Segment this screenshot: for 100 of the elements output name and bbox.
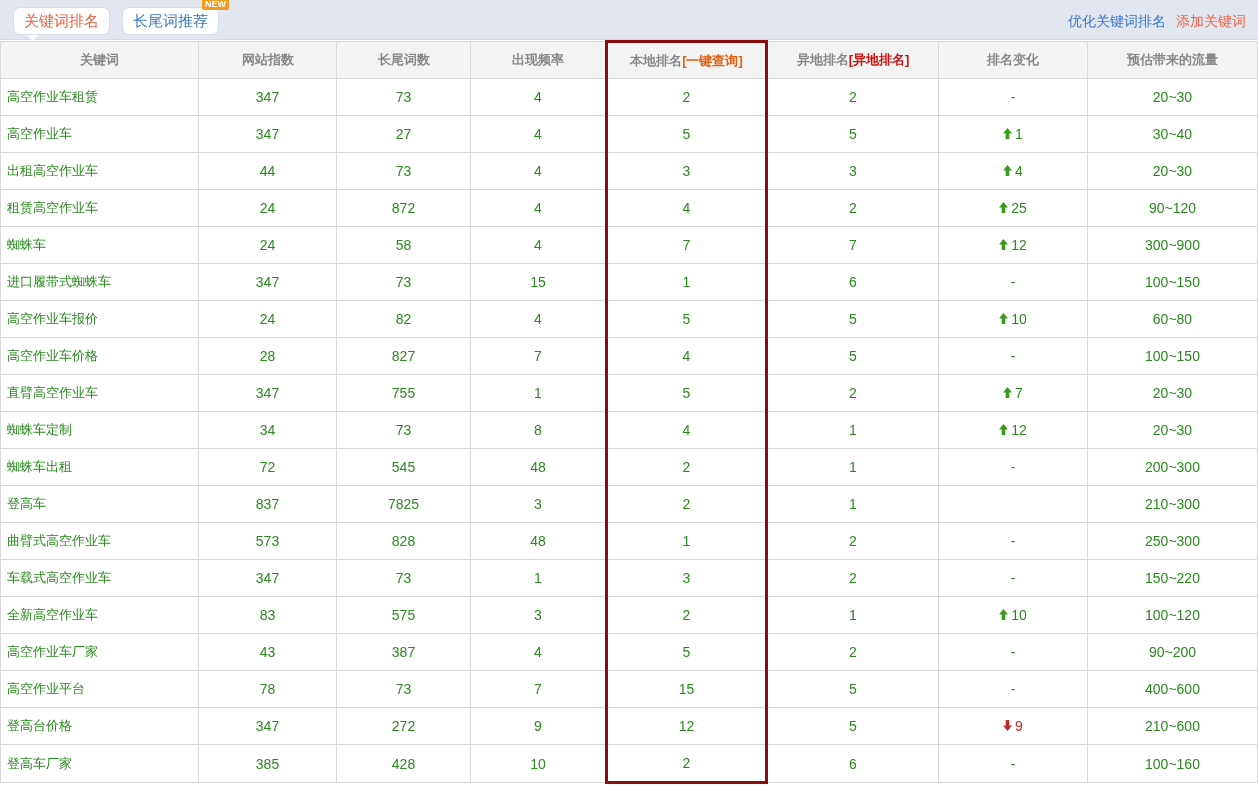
table-cell: 高空作业车价格 — [7, 348, 98, 363]
table-cell: 3 — [682, 570, 691, 586]
table-cell: 837 — [255, 496, 280, 512]
table-cell: 24 — [259, 311, 276, 327]
table-cell: 1 — [849, 607, 857, 623]
table-cell: 4 — [534, 89, 542, 105]
table-cell: 73 — [395, 89, 412, 105]
table-cell: 4 — [534, 237, 542, 253]
table-cell: 1 — [534, 570, 542, 586]
table-cell: 高空作业车 — [7, 126, 72, 141]
rank-change: 1 — [1003, 125, 1023, 142]
table-cell: 4 — [682, 422, 691, 438]
tab[interactable]: 长尾词推荐 — [122, 6, 219, 35]
table-cell: 8 — [534, 422, 542, 438]
column-header: 关键词 — [80, 52, 119, 67]
table-cell: 登高车 — [7, 496, 46, 511]
table-cell: 5 — [682, 644, 691, 660]
table-cell: 租赁高空作业车 — [7, 200, 98, 215]
table-cell: 43 — [259, 644, 276, 660]
table-cell: 5 — [849, 348, 857, 364]
table-cell: 200~300 — [1145, 459, 1200, 475]
table-cell: 2 — [682, 89, 691, 105]
header-link[interactable]: [异地排名] — [848, 52, 910, 67]
table-cell: 高空作业车租赁 — [7, 89, 98, 104]
header-link[interactable]: [一键查询] — [682, 52, 743, 68]
table-cell: 72 — [259, 459, 276, 475]
table-cell: 登高台价格 — [7, 718, 72, 733]
table-cell: 400~600 — [1145, 681, 1200, 697]
up-arrow-icon — [999, 313, 1009, 325]
table-cell: 27 — [395, 126, 412, 142]
rank-change: - — [1010, 755, 1016, 772]
table-cell: 24 — [259, 200, 276, 216]
rank-change: - — [1010, 274, 1016, 290]
tab[interactable]: 关键词排名 — [13, 6, 110, 35]
column-header: 预估带来的流量 — [1127, 52, 1218, 67]
table-cell: 蜘蛛车出租 — [7, 459, 72, 474]
table-cell: 20~30 — [1152, 163, 1193, 179]
rank-change: - — [1010, 681, 1016, 697]
table-cell: 347 — [255, 126, 280, 142]
table-cell: 7 — [534, 348, 542, 364]
table-cell: 58 — [395, 237, 412, 253]
column-header: 长尾词数 — [377, 52, 430, 67]
table-cell: 1 — [534, 385, 542, 401]
table-cell: 1 — [682, 533, 691, 549]
table-cell: 4 — [534, 200, 542, 216]
table-cell: 30~40 — [1152, 126, 1193, 142]
table-cell: 28 — [259, 348, 276, 364]
table-cell: 15 — [678, 681, 695, 697]
table-cell: 2 — [682, 496, 691, 512]
rank-change: 4 — [1003, 162, 1023, 179]
rank-change: - — [1010, 533, 1016, 549]
table-cell: 48 — [530, 533, 546, 549]
table-cell: 4 — [534, 311, 542, 327]
table-cell: 进口履带式蜘蛛车 — [7, 274, 111, 289]
column-header: 异地排名 — [796, 52, 849, 67]
table-cell: 5 — [682, 385, 691, 401]
table-cell: 15 — [530, 274, 546, 290]
table-cell: 387 — [391, 644, 416, 660]
table-cell: 曲臂式高空作业车 — [7, 533, 111, 548]
table-cell: 20~30 — [1152, 89, 1193, 105]
rank-change: 25 — [999, 199, 1027, 216]
table-cell: 82 — [395, 311, 412, 327]
action-link[interactable]: 优化关键词排名 — [1068, 12, 1166, 31]
table-cell: 5 — [849, 681, 857, 697]
new-badge: NEW — [202, 0, 229, 10]
table-cell: 347 — [255, 570, 280, 586]
table-cell: 1 — [849, 459, 857, 475]
table-cell: 210~300 — [1145, 496, 1200, 512]
rank-change: 12 — [999, 421, 1027, 438]
table-cell: 4 — [682, 200, 691, 216]
table-cell: 2 — [682, 755, 691, 771]
table-cell: 7 — [534, 681, 542, 697]
table-cell: 12 — [678, 718, 695, 734]
table-cell: 2 — [849, 644, 857, 660]
table-cell: 出租高空作业车 — [7, 163, 98, 178]
table-cell: 登高车厂家 — [7, 755, 72, 771]
table-cell: 3 — [849, 163, 857, 179]
table-cell: 5 — [849, 126, 857, 142]
table-cell: 150~220 — [1145, 570, 1200, 586]
table-cell: 7 — [849, 237, 857, 253]
table-cell: 2 — [849, 89, 857, 105]
table-cell: 272 — [391, 718, 416, 734]
table-cell: 347 — [255, 274, 280, 290]
table-cell: 44 — [259, 163, 276, 179]
table-cell: 1 — [682, 274, 691, 290]
table-cell: 4 — [534, 126, 542, 142]
table-cell: 6 — [849, 274, 857, 290]
table-cell: 428 — [391, 755, 416, 772]
rank-change: 9 — [1003, 717, 1023, 734]
table-cell: 5 — [849, 718, 857, 734]
table-cell: 3 — [534, 607, 542, 623]
table-cell: 90~120 — [1148, 200, 1197, 216]
rank-change: - — [1010, 459, 1016, 475]
action-link[interactable]: 添加关键词 — [1176, 12, 1246, 31]
table-cell: 1 — [849, 496, 857, 512]
table-cell: 210~600 — [1145, 718, 1200, 734]
table-cell: 5 — [682, 311, 691, 327]
table-cell: 高空作业平台 — [7, 681, 85, 696]
table-cell: 5 — [849, 311, 857, 327]
up-arrow-icon — [999, 202, 1009, 214]
